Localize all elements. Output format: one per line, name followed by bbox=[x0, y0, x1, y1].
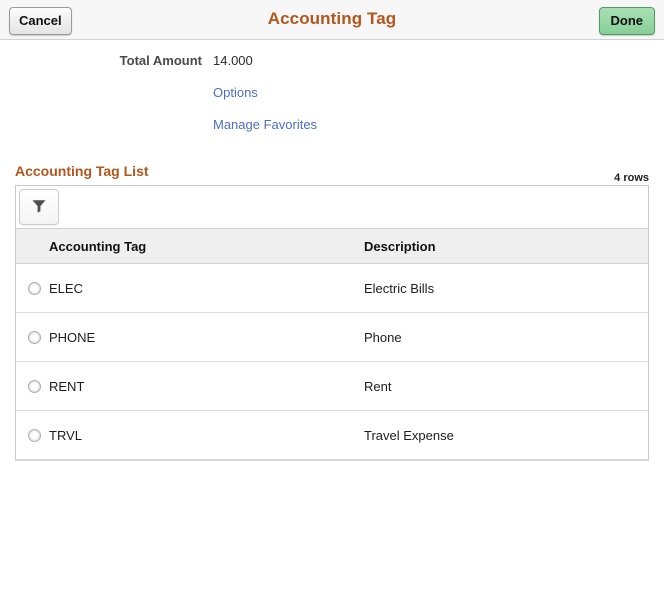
cell-accounting-tag: TRVL bbox=[49, 427, 82, 443]
options-row: Options bbox=[0, 85, 664, 117]
manage-favorites-row: Manage Favorites bbox=[0, 117, 664, 149]
row-radio-button[interactable] bbox=[28, 379, 41, 393]
row-radio-button[interactable] bbox=[28, 281, 41, 295]
table-row[interactable]: TRVL Travel Expense bbox=[16, 411, 648, 459]
cell-description: Rent bbox=[364, 378, 392, 394]
column-header-accounting-tag: Accounting Tag bbox=[49, 238, 147, 254]
done-button[interactable]: Done bbox=[598, 7, 655, 35]
cell-accounting-tag: ELEC bbox=[49, 280, 83, 296]
grid-column-header-row: Accounting Tag Description bbox=[16, 229, 648, 264]
total-amount-row: Total Amount 14.000 bbox=[0, 53, 664, 85]
row-radio-button[interactable] bbox=[28, 330, 41, 344]
row-select-cell bbox=[16, 281, 49, 295]
row-select-cell bbox=[16, 379, 49, 393]
row-select-cell bbox=[16, 330, 49, 344]
manage-favorites-link[interactable]: Manage Favorites bbox=[213, 117, 317, 132]
page-title: Accounting Tag bbox=[267, 9, 397, 28]
options-link[interactable]: Options bbox=[213, 85, 258, 100]
total-amount-label: Total Amount bbox=[119, 53, 202, 68]
cell-accounting-tag: RENT bbox=[49, 378, 85, 394]
form-area: Total Amount 14.000 Options Manage Favor… bbox=[0, 40, 664, 149]
row-radio-button[interactable] bbox=[28, 428, 41, 442]
filter-button[interactable] bbox=[19, 189, 59, 225]
accounting-tag-list-section: Accounting Tag List 4 rows Accounting Ta… bbox=[0, 163, 664, 461]
cell-description: Travel Expense bbox=[364, 427, 454, 443]
column-header-description: Description bbox=[364, 238, 436, 254]
cell-accounting-tag: PHONE bbox=[49, 329, 96, 345]
page-header-bar: Cancel Accounting Tag Done bbox=[0, 0, 664, 40]
table-row[interactable]: RENT Rent bbox=[16, 362, 648, 411]
grid-title: Accounting Tag List bbox=[15, 163, 149, 179]
cell-description: Phone bbox=[364, 329, 402, 345]
row-select-cell bbox=[16, 428, 49, 442]
row-count-label: 4 rows bbox=[614, 172, 649, 184]
table-row[interactable]: PHONE Phone bbox=[16, 313, 648, 362]
total-amount-value: 14.000 bbox=[213, 53, 253, 68]
grid-container: Accounting Tag Description ELEC Electric… bbox=[15, 185, 649, 461]
filter-funnel-icon bbox=[31, 198, 47, 217]
cell-description: Electric Bills bbox=[364, 280, 435, 296]
table-row[interactable]: ELEC Electric Bills bbox=[16, 264, 648, 313]
grid-header: Accounting Tag List 4 rows bbox=[15, 163, 649, 185]
grid-toolbar bbox=[16, 186, 648, 229]
